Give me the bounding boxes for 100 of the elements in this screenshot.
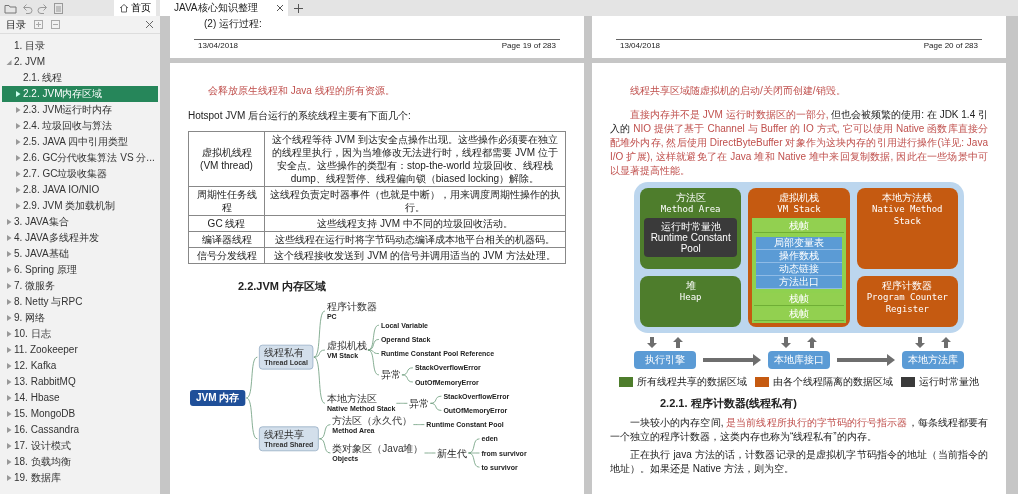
legend-swatch	[901, 376, 915, 387]
outline-item[interactable]: 10. 日志	[2, 326, 158, 342]
legend-label: 由各个线程隔离的数据区域	[773, 375, 893, 389]
caret-icon[interactable]	[14, 90, 22, 98]
caret-icon[interactable]	[5, 282, 13, 290]
outline-item[interactable]: 14. Hbase	[2, 390, 158, 406]
caret-icon[interactable]	[5, 330, 13, 338]
outline-item[interactable]: 2.5. JAVA 四中引用类型	[2, 134, 158, 150]
caret-icon[interactable]	[5, 346, 13, 354]
outline-item[interactable]: 2.7. GC垃圾收集器	[2, 166, 158, 182]
down-arrow	[647, 336, 657, 348]
home-tab-button[interactable]: 首页	[114, 0, 156, 16]
interface-box: 本地方法库	[902, 351, 964, 369]
collapse-all-icon[interactable]	[51, 20, 60, 29]
connector-line	[430, 395, 442, 404]
outline-item[interactable]: 2.1. 线程	[2, 70, 158, 86]
paragraph: 一块较小的内存空间, 是当前线程所执行的字节码的行号指示器，每条线程都要有一个独立的程序计数器，这类内存也称为“线程私有”的内存。	[610, 415, 988, 444]
caret-icon[interactable]	[5, 298, 13, 306]
expand-all-icon[interactable]	[34, 20, 43, 29]
frame-entry: 局部变量表	[756, 237, 842, 250]
caret-icon[interactable]	[5, 426, 13, 434]
note-text: 会释放原生线程和 Java 线程的所有资源。	[207, 84, 396, 98]
caret-icon[interactable]	[5, 250, 13, 258]
frame-entry: 操作数栈	[756, 250, 842, 263]
outline-item[interactable]: 4. JAVA多线程并发	[2, 230, 158, 246]
footer-page-number: Page 19 of 283	[501, 40, 556, 52]
outline-item[interactable]: 2.4. 垃圾回收与算法	[2, 118, 158, 134]
outline-item[interactable]: 19. 数据库	[2, 470, 158, 486]
undo-icon[interactable]	[21, 2, 33, 14]
outline-item[interactable]: 11. Zookeeper	[2, 342, 158, 358]
caret-icon[interactable]	[5, 442, 13, 450]
table-cell: 这个线程等待 JVM 到达安全点操作出现。这些操作必须要在独立的线程里执行，因为当堆修改无法进行时，线程都需要 JVM 位于安全点。这些操作的类型有：stop-the-world 垃圾回收、线程栈 dump、线程暂停、线程偏向锁（biased locking）解除。	[264, 131, 566, 187]
caret-icon[interactable]	[5, 58, 13, 66]
connector-line	[430, 402, 442, 411]
home-icon	[119, 3, 129, 13]
outline-item[interactable]: 13. RabbitMQ	[2, 374, 158, 390]
caret-icon[interactable]	[14, 106, 22, 114]
outline-item[interactable]: 1. 目录	[2, 38, 158, 54]
outline-item[interactable]: 2.3. JVM运行时内存	[2, 102, 158, 118]
caret-icon[interactable]	[14, 154, 22, 162]
outline-item[interactable]: 9. 网络	[2, 310, 158, 326]
caret-icon[interactable]	[14, 202, 22, 210]
page-text: (2) 运行过程:	[204, 17, 263, 31]
section-heading: 2.2.JVM 内存区域	[237, 279, 328, 294]
node-label: 异常	[380, 368, 401, 380]
outline-item[interactable]: 7. 微服务	[2, 278, 158, 294]
caret-icon[interactable]	[14, 138, 22, 146]
document-tab[interactable]: JAVA核心知识整理	[160, 0, 288, 16]
caret-icon[interactable]	[5, 474, 13, 482]
table-cell: 编译器线程	[188, 231, 265, 248]
area-label: 方法区 Method Area	[660, 192, 721, 215]
legend-label: 所有线程共享的数据区域	[637, 375, 747, 389]
table-cell: 这个线程接收发送到 JVM 的信号并调用适当的 JVM 方法处理。	[264, 247, 566, 264]
caret-icon[interactable]	[14, 122, 22, 130]
folder-icon[interactable]	[4, 2, 17, 14]
outline-title: 目录	[6, 18, 26, 32]
caret-icon[interactable]	[5, 266, 13, 274]
caret-icon[interactable]	[14, 170, 22, 178]
outline-item[interactable]: 8. Netty 与RPC	[2, 294, 158, 310]
table-cell: 信号分发线程	[188, 247, 265, 264]
area-label: 程序计数器 Program Counter Register	[865, 280, 949, 315]
stack-frame: 栈帧	[754, 308, 844, 321]
outline-item[interactable]: 2.8. JAVA IO/NIO	[2, 182, 158, 198]
close-icon[interactable]	[145, 20, 154, 29]
outline-item[interactable]: 17. 设计模式	[2, 438, 158, 454]
right-arrow	[703, 354, 761, 366]
table-cell: 这些线程在运行时将字节码动态编译成本地平台相关的机器码。	[264, 231, 566, 248]
outline-item[interactable]: 5. JAVA基础	[2, 246, 158, 262]
outline-item[interactable]: 2. JVM	[2, 54, 158, 70]
frame-entry: 方法出口	[756, 276, 842, 289]
table-cell: 虚拟机线程 (VM thread)	[188, 131, 265, 187]
plus-icon[interactable]	[293, 3, 303, 13]
stack-frame: 栈帧	[754, 293, 844, 306]
caret-icon[interactable]	[5, 362, 13, 370]
caret-icon[interactable]	[14, 186, 22, 194]
outline-item[interactable]: 12. Kafka	[2, 358, 158, 374]
outline-item[interactable]: 18. 负载均衡	[2, 454, 158, 470]
caret-icon[interactable]	[5, 314, 13, 322]
close-icon[interactable]	[275, 4, 284, 12]
document-icon[interactable]	[53, 2, 64, 14]
outline-item[interactable]: 6. Spring 原理	[2, 262, 158, 278]
right-arrow	[837, 354, 895, 366]
caret-icon[interactable]	[5, 378, 13, 386]
outline-item[interactable]: 2.6. GC分代收集算法 VS 分...	[2, 150, 158, 166]
outline-item[interactable]: 3. JAVA集合	[2, 214, 158, 230]
paragraph: Hotspot JVM 后台运行的系统线程主要有下面几个:	[188, 109, 412, 123]
outline-item[interactable]: 2.9. JVM 类加载机制	[2, 198, 158, 214]
caret-icon[interactable]	[5, 394, 13, 402]
outline-item[interactable]: 2.2. JVM内存区域	[2, 86, 158, 102]
caret-icon[interactable]	[5, 218, 13, 226]
redo-icon[interactable]	[37, 2, 49, 14]
outline-item[interactable]: 15. MongoDB	[2, 406, 158, 422]
caret-icon[interactable]	[5, 234, 13, 242]
outline-item[interactable]: 16. Cassandra	[2, 422, 158, 438]
caret-icon[interactable]	[5, 410, 13, 418]
table-cell: GC 线程	[188, 215, 265, 232]
caret-icon[interactable]	[5, 458, 13, 466]
area-label: 堆 Heap	[679, 280, 702, 303]
note-text: 线程共享区域随虚拟机的启动/关闭而创建/销毁。	[629, 84, 847, 98]
area-label: 本地方法栈 Native Method Stack	[871, 192, 944, 227]
